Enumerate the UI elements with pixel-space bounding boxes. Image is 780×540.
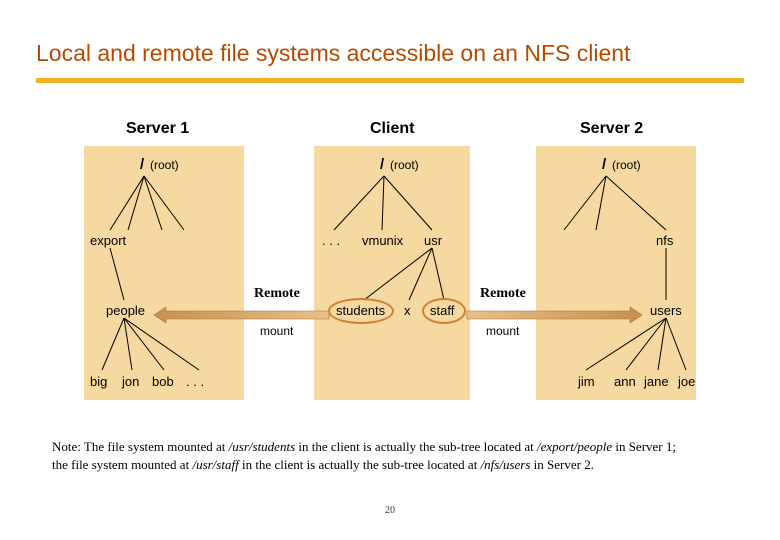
arrow-right [462, 305, 652, 325]
label-server2: Server 2 [580, 120, 643, 138]
ellipse-students [328, 298, 394, 324]
slide-title: Local and remote file systems accessible… [36, 40, 630, 67]
cl-dots: . . . [322, 233, 340, 248]
cl-edges [314, 170, 474, 400]
s1-people: people [106, 303, 145, 318]
note-p4: /nfs/users [481, 457, 531, 472]
s2-joe: joe [678, 374, 695, 389]
nfs-diagram: Server 1 Client Server 2 / (root) export… [84, 120, 696, 410]
cl-usr: usr [424, 233, 442, 248]
arrow-left [144, 305, 334, 325]
cl-vmunix: vmunix [362, 233, 403, 248]
remote-left: Remote [254, 286, 300, 302]
mount-left: mount [260, 324, 293, 338]
s1-jon: jon [122, 374, 139, 389]
ellipse-staff [422, 298, 466, 324]
page-number: 20 [0, 505, 780, 516]
s2-edges [536, 170, 696, 400]
note-t6: in Server 2. [530, 457, 594, 472]
label-client: Client [370, 120, 414, 138]
note-t4: the file system mounted at [52, 457, 192, 472]
footnote: Note: The file system mounted at /usr/st… [52, 438, 728, 473]
note-p3: /usr/staff [192, 457, 238, 472]
note-t3: in Server 1; [612, 439, 676, 454]
cl-x: x [404, 303, 411, 318]
s2-users: users [650, 303, 682, 318]
remote-right: Remote [480, 286, 526, 302]
s1-dots: . . . [186, 374, 204, 389]
note-t2: in the client is actually the sub-tree l… [295, 439, 537, 454]
mount-right: mount [486, 324, 519, 338]
s2-ann: ann [614, 374, 636, 389]
s1-bob: bob [152, 374, 174, 389]
note-p1: /usr/students [229, 439, 295, 454]
s1-export: export [90, 233, 126, 248]
s1-big: big [90, 374, 107, 389]
note-t5: in the client is actually the sub-tree l… [239, 457, 481, 472]
s1-edges [84, 170, 244, 400]
note-t1: Note: The file system mounted at [52, 439, 229, 454]
title-underline [36, 78, 744, 83]
label-server1: Server 1 [126, 120, 189, 138]
s2-jim: jim [578, 374, 595, 389]
s2-nfs: nfs [656, 233, 673, 248]
note-p2: /export/people [537, 439, 612, 454]
s2-jane: jane [644, 374, 669, 389]
